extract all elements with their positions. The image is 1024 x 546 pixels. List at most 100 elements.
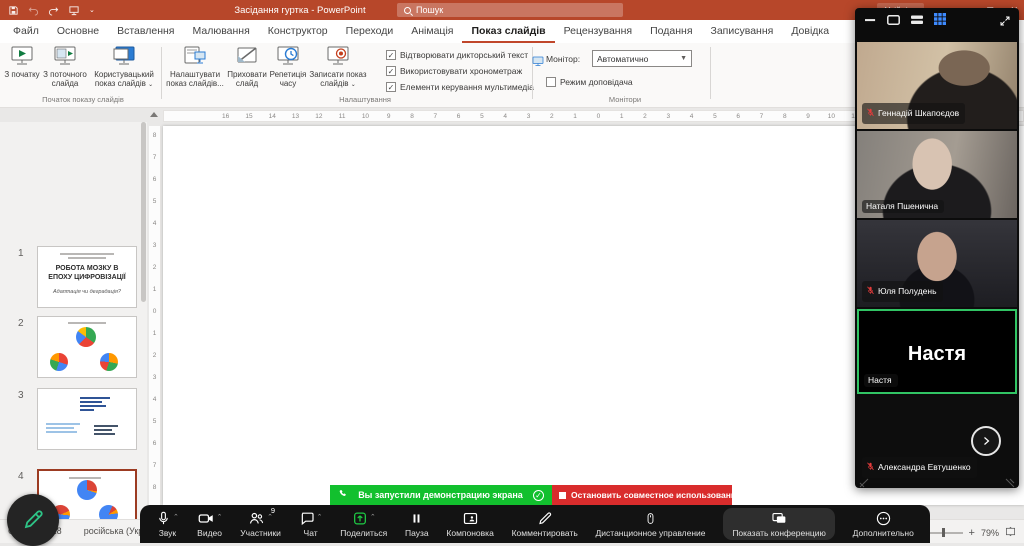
ribbon-tab[interactable]: Записування bbox=[702, 20, 783, 43]
meeting-participants-panel: Геннадій Шкапоєдов Наталя Пшенична Юля П… bbox=[855, 8, 1019, 488]
ribbon-checkbox[interactable]: ✓ Елементи керування мультимедіа bbox=[386, 82, 534, 92]
toolbar-button[interactable]: ⌃ Поделиться bbox=[340, 510, 387, 538]
toolbar-button[interactable]: Дистанционное управление bbox=[596, 510, 706, 538]
ruler-mark: 7 bbox=[424, 111, 447, 121]
group-label: Початок показу слайдів bbox=[18, 95, 148, 104]
toolbar-icon bbox=[644, 510, 657, 532]
presenter-view-checkbox[interactable]: Режим доповідача bbox=[546, 77, 633, 87]
toolbar-icon bbox=[248, 510, 265, 532]
ruler-mark: 9 bbox=[377, 111, 400, 121]
ribbon-tab[interactable]: Малювання bbox=[183, 20, 258, 43]
minimize-panel-icon[interactable] bbox=[865, 12, 876, 30]
speaker-view-icon[interactable] bbox=[887, 12, 900, 30]
ruler-mark: 8 bbox=[400, 111, 423, 121]
gallery-view-icon[interactable] bbox=[934, 12, 946, 30]
save-icon[interactable] bbox=[8, 5, 19, 16]
participant-tile[interactable]: Геннадій Шкапоєдов bbox=[857, 42, 1017, 129]
toolbar-icon bbox=[537, 510, 553, 532]
zoom-in-button[interactable]: + bbox=[969, 527, 975, 539]
next-participants-button[interactable] bbox=[971, 426, 1001, 456]
toolbar-button[interactable]: 9 ⌃ Участники bbox=[240, 510, 281, 538]
zoom-slider[interactable] bbox=[929, 532, 963, 534]
ruler-mark: 11 bbox=[330, 111, 353, 121]
from-current-slide-button[interactable]: З поточного слайда bbox=[42, 46, 88, 99]
search-input[interactable]: Пошук bbox=[397, 3, 623, 17]
annotate-pencil-button[interactable] bbox=[7, 494, 59, 546]
ruler-mark: 0 bbox=[149, 308, 160, 330]
toolbar-button[interactable]: Пауза bbox=[405, 510, 429, 538]
present-icon[interactable] bbox=[68, 5, 80, 16]
participant-tile[interactable]: Наталя Пшенична bbox=[857, 131, 1017, 218]
ribbon-tab[interactable]: Основне bbox=[48, 20, 108, 43]
muted-mic-icon bbox=[866, 104, 875, 122]
custom-slideshow-button[interactable]: Користувацький показ слайдів ⌄ bbox=[90, 46, 158, 99]
list-view-icon[interactable] bbox=[911, 12, 923, 30]
slide-thumbnail[interactable] bbox=[37, 388, 137, 450]
ruler-mark: 1 bbox=[563, 111, 586, 121]
check-icon: ✓ bbox=[533, 490, 544, 501]
redo-icon[interactable] bbox=[48, 5, 59, 16]
ruler-mark: 4 bbox=[680, 111, 703, 121]
checkbox-icon: ✓ bbox=[386, 82, 396, 92]
ribbon-checkbox[interactable]: ✓ Відтворювати дикторський текст bbox=[386, 50, 528, 60]
ruler-mark: 9 bbox=[796, 111, 819, 121]
ribbon-separator bbox=[710, 47, 711, 99]
toolbar-button[interactable]: Дополнительно bbox=[853, 510, 914, 538]
participant-name: Геннадій Шкапоєдов bbox=[878, 108, 959, 118]
hide-slide-button[interactable]: Приховати слайд bbox=[227, 46, 267, 99]
toolbar-icon bbox=[770, 510, 788, 532]
stop-icon bbox=[559, 492, 566, 499]
stop-share-button[interactable]: Остановить совместное использование bbox=[552, 485, 732, 505]
toolbar-button[interactable]: ⌃ Видео bbox=[197, 510, 223, 538]
thumbnail-scrollbar[interactable] bbox=[141, 122, 146, 302]
slide-thumbnail[interactable] bbox=[37, 316, 137, 378]
ribbon-tab[interactable]: Файл bbox=[4, 20, 48, 43]
ruler-mark: 3 bbox=[149, 374, 160, 396]
ruler-mark: 10 bbox=[820, 111, 843, 121]
muted-mic-icon bbox=[866, 458, 875, 476]
ribbon-tab[interactable]: Подання bbox=[641, 20, 701, 43]
ribbon-tab[interactable]: Вставлення bbox=[108, 20, 183, 43]
monitor-dropdown[interactable]: Автоматично ▼ bbox=[592, 50, 692, 67]
toolbar-button[interactable]: ⌃ Чат bbox=[299, 510, 323, 538]
setup-slideshow-button[interactable]: Налаштувати показ слайдів... bbox=[165, 46, 225, 99]
toolbar-button[interactable]: Показать конференцию bbox=[723, 508, 835, 540]
from-beginning-button[interactable]: З початку bbox=[2, 46, 42, 99]
expand-panel-icon[interactable] bbox=[999, 14, 1011, 32]
resize-grip-icon[interactable] bbox=[1005, 475, 1015, 485]
participant-tile[interactable]: Юля Полудень bbox=[857, 220, 1017, 307]
participant-name-tag: Юля Полудень bbox=[862, 281, 943, 303]
ribbon-tab[interactable]: Показ слайдів bbox=[462, 20, 554, 43]
ribbon-tab[interactable]: Рецензування bbox=[555, 20, 641, 43]
participant-tile[interactable]: Настя Настя bbox=[857, 309, 1017, 394]
rehearse-timings-button[interactable]: Репетиція часу bbox=[269, 46, 307, 99]
ribbon-checkbox[interactable]: ✓ Використовувати хронометраж bbox=[386, 66, 522, 76]
ribbon-tab[interactable]: Довідка bbox=[782, 20, 838, 43]
collapse-ruler-icon[interactable] bbox=[150, 112, 158, 117]
zoom-percentage[interactable]: 79% bbox=[981, 528, 999, 538]
slide-number: 2 bbox=[18, 318, 24, 329]
ribbon-tab[interactable]: Анімація bbox=[402, 20, 462, 43]
qat-chevron-icon[interactable]: ⌄ bbox=[89, 6, 95, 14]
toolbar-button[interactable]: Компоновка bbox=[446, 510, 493, 538]
monitor-label: Монітор: bbox=[546, 54, 580, 64]
ruler-mark: 5 bbox=[703, 111, 726, 121]
ruler-mark: 3 bbox=[657, 111, 680, 121]
record-slideshow-button[interactable]: Записати показ слайдів ⌄ bbox=[309, 46, 367, 99]
ribbon-tab[interactable]: Переходи bbox=[337, 20, 403, 43]
toolbar-icon bbox=[352, 510, 368, 532]
undo-icon[interactable] bbox=[28, 5, 39, 16]
fit-slide-icon[interactable] bbox=[1005, 526, 1016, 539]
ruler-mark: 2 bbox=[633, 111, 656, 121]
pie-percent-label: 54,1% bbox=[384, 422, 404, 429]
ribbon-tab[interactable]: Конструктор bbox=[259, 20, 337, 43]
ruler-mark: 5 bbox=[149, 198, 160, 220]
toolbar-button[interactable]: ⌃ Звук bbox=[156, 510, 179, 538]
toolbar-icon bbox=[299, 510, 315, 532]
toolbar-icon bbox=[197, 510, 215, 532]
ruler-mark: 7 bbox=[149, 154, 160, 176]
toolbar-button[interactable]: Комментировать bbox=[512, 510, 578, 538]
slide-thumbnail[interactable]: РОБОТА МОЗКУ В ЕПОХУ ЦИФРОВІЗАЦІЇ Адапта… bbox=[37, 246, 137, 308]
participant-name-tag: Александра Евтушенко bbox=[862, 457, 977, 479]
resize-grip-icon[interactable] bbox=[859, 475, 869, 485]
